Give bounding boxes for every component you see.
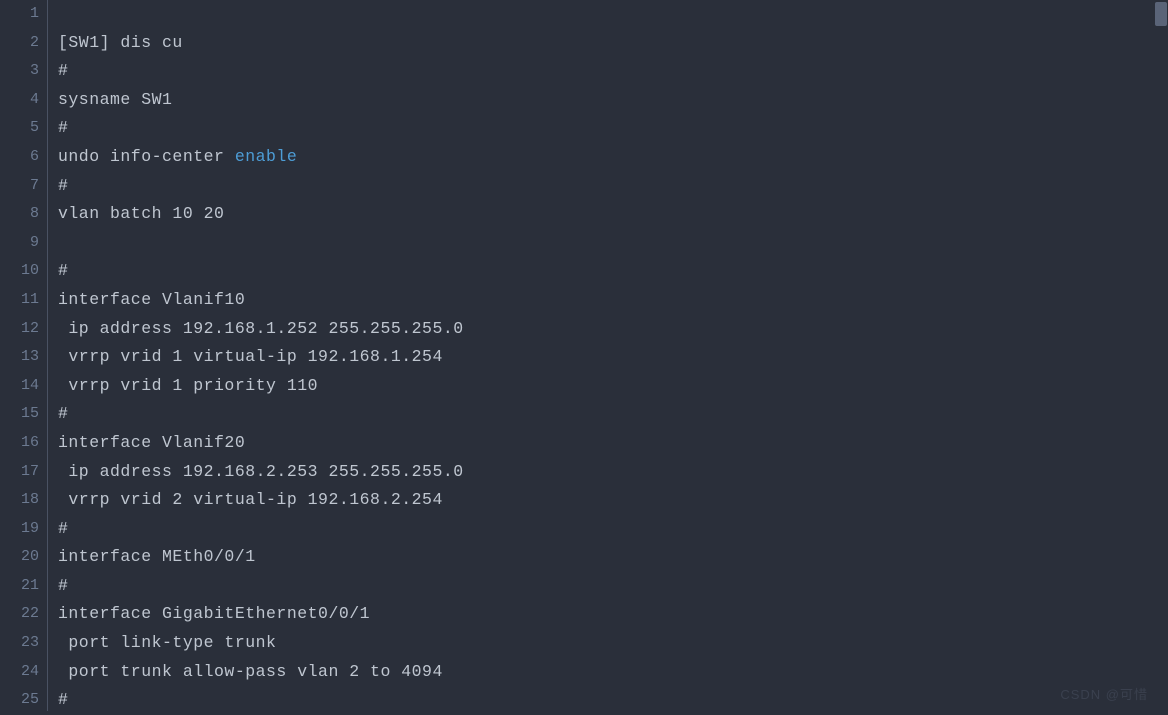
code-line[interactable] (58, 0, 1168, 29)
code-line[interactable]: ip address 192.168.2.253 255.255.255.0 (58, 458, 1168, 487)
code-token: interface GigabitEthernet0/0/1 (58, 604, 370, 623)
code-token: undo info-center (58, 147, 235, 166)
code-token: # (58, 261, 68, 280)
line-number: 6 (0, 143, 47, 172)
line-number: 14 (0, 372, 47, 401)
line-number: 5 (0, 114, 47, 143)
code-line[interactable]: port trunk allow-pass vlan 2 to 4094 (58, 658, 1168, 687)
vertical-scrollbar-thumb[interactable] (1155, 2, 1167, 26)
code-line[interactable]: # (58, 57, 1168, 86)
code-line[interactable]: interface Vlanif10 (58, 286, 1168, 315)
code-line[interactable]: sysname SW1 (58, 86, 1168, 115)
code-token: ip address 192.168.1.252 255.255.255.0 (58, 319, 464, 338)
line-number: 2 (0, 29, 47, 58)
line-number: 9 (0, 229, 47, 258)
code-token: ip address 192.168.2.253 255.255.255.0 (58, 462, 464, 481)
code-line[interactable]: port link-type trunk (58, 629, 1168, 658)
line-number: 19 (0, 515, 47, 544)
code-line[interactable]: vlan batch 10 20 (58, 200, 1168, 229)
code-line[interactable]: ip address 192.168.1.252 255.255.255.0 (58, 315, 1168, 344)
code-editor: 1234567891011121314151617181920212223242… (0, 0, 1168, 711)
code-token: port link-type trunk (58, 633, 276, 652)
line-number: 21 (0, 572, 47, 601)
code-line[interactable]: # (58, 114, 1168, 143)
code-token: [SW1] dis cu (58, 33, 183, 52)
code-line[interactable]: # (58, 686, 1168, 711)
keyword-token: enable (235, 147, 297, 166)
line-number: 24 (0, 658, 47, 687)
code-token: interface Vlanif10 (58, 290, 245, 309)
code-line[interactable]: vrrp vrid 1 priority 110 (58, 372, 1168, 401)
line-number: 22 (0, 600, 47, 629)
code-line[interactable]: interface GigabitEthernet0/0/1 (58, 600, 1168, 629)
code-token: # (58, 176, 68, 195)
code-token: # (58, 118, 68, 137)
line-number: 8 (0, 200, 47, 229)
line-number: 13 (0, 343, 47, 372)
code-token: vrrp vrid 1 virtual-ip 192.168.1.254 (58, 347, 443, 366)
code-line[interactable]: vrrp vrid 2 virtual-ip 192.168.2.254 (58, 486, 1168, 515)
code-line[interactable]: # (58, 515, 1168, 544)
code-line[interactable]: interface Vlanif20 (58, 429, 1168, 458)
code-line[interactable]: interface MEth0/0/1 (58, 543, 1168, 572)
vertical-scrollbar-track[interactable] (1154, 0, 1168, 711)
line-number: 11 (0, 286, 47, 315)
line-number: 18 (0, 486, 47, 515)
line-number: 3 (0, 57, 47, 86)
code-content-area[interactable]: [SW1] dis cu # sysname SW1 # undo info-cente… (48, 0, 1168, 711)
line-number: 1 (0, 0, 47, 29)
line-number: 7 (0, 172, 47, 201)
code-line[interactable] (58, 229, 1168, 258)
code-line[interactable]: undo info-center enable (58, 143, 1168, 172)
line-number: 20 (0, 543, 47, 572)
code-token: port trunk allow-pass vlan 2 to 4094 (58, 662, 443, 681)
code-token: # (58, 690, 68, 709)
code-token: # (58, 61, 68, 80)
code-token: vlan batch 10 20 (58, 204, 224, 223)
code-line[interactable]: # (58, 257, 1168, 286)
code-token: # (58, 519, 68, 538)
code-token: interface Vlanif20 (58, 433, 245, 452)
code-line[interactable]: # (58, 572, 1168, 601)
code-line[interactable]: # (58, 172, 1168, 201)
code-token: vrrp vrid 2 virtual-ip 192.168.2.254 (58, 490, 443, 509)
code-token: # (58, 576, 68, 595)
code-token: sysname SW1 (58, 90, 172, 109)
line-number: 15 (0, 400, 47, 429)
line-number: 23 (0, 629, 47, 658)
line-number: 4 (0, 86, 47, 115)
code-token: vrrp vrid 1 priority 110 (58, 376, 318, 395)
line-number: 10 (0, 257, 47, 286)
code-token: # (58, 404, 68, 423)
watermark-csdn: CSDN @可惜 (1060, 684, 1148, 703)
line-number-gutter: 1234567891011121314151617181920212223242… (0, 0, 48, 711)
line-number: 17 (0, 458, 47, 487)
line-number: 16 (0, 429, 47, 458)
code-token: interface MEth0/0/1 (58, 547, 256, 566)
line-number: 12 (0, 315, 47, 344)
code-line[interactable]: vrrp vrid 1 virtual-ip 192.168.1.254 (58, 343, 1168, 372)
code-line[interactable]: # (58, 400, 1168, 429)
code-line[interactable]: [SW1] dis cu (58, 29, 1168, 58)
